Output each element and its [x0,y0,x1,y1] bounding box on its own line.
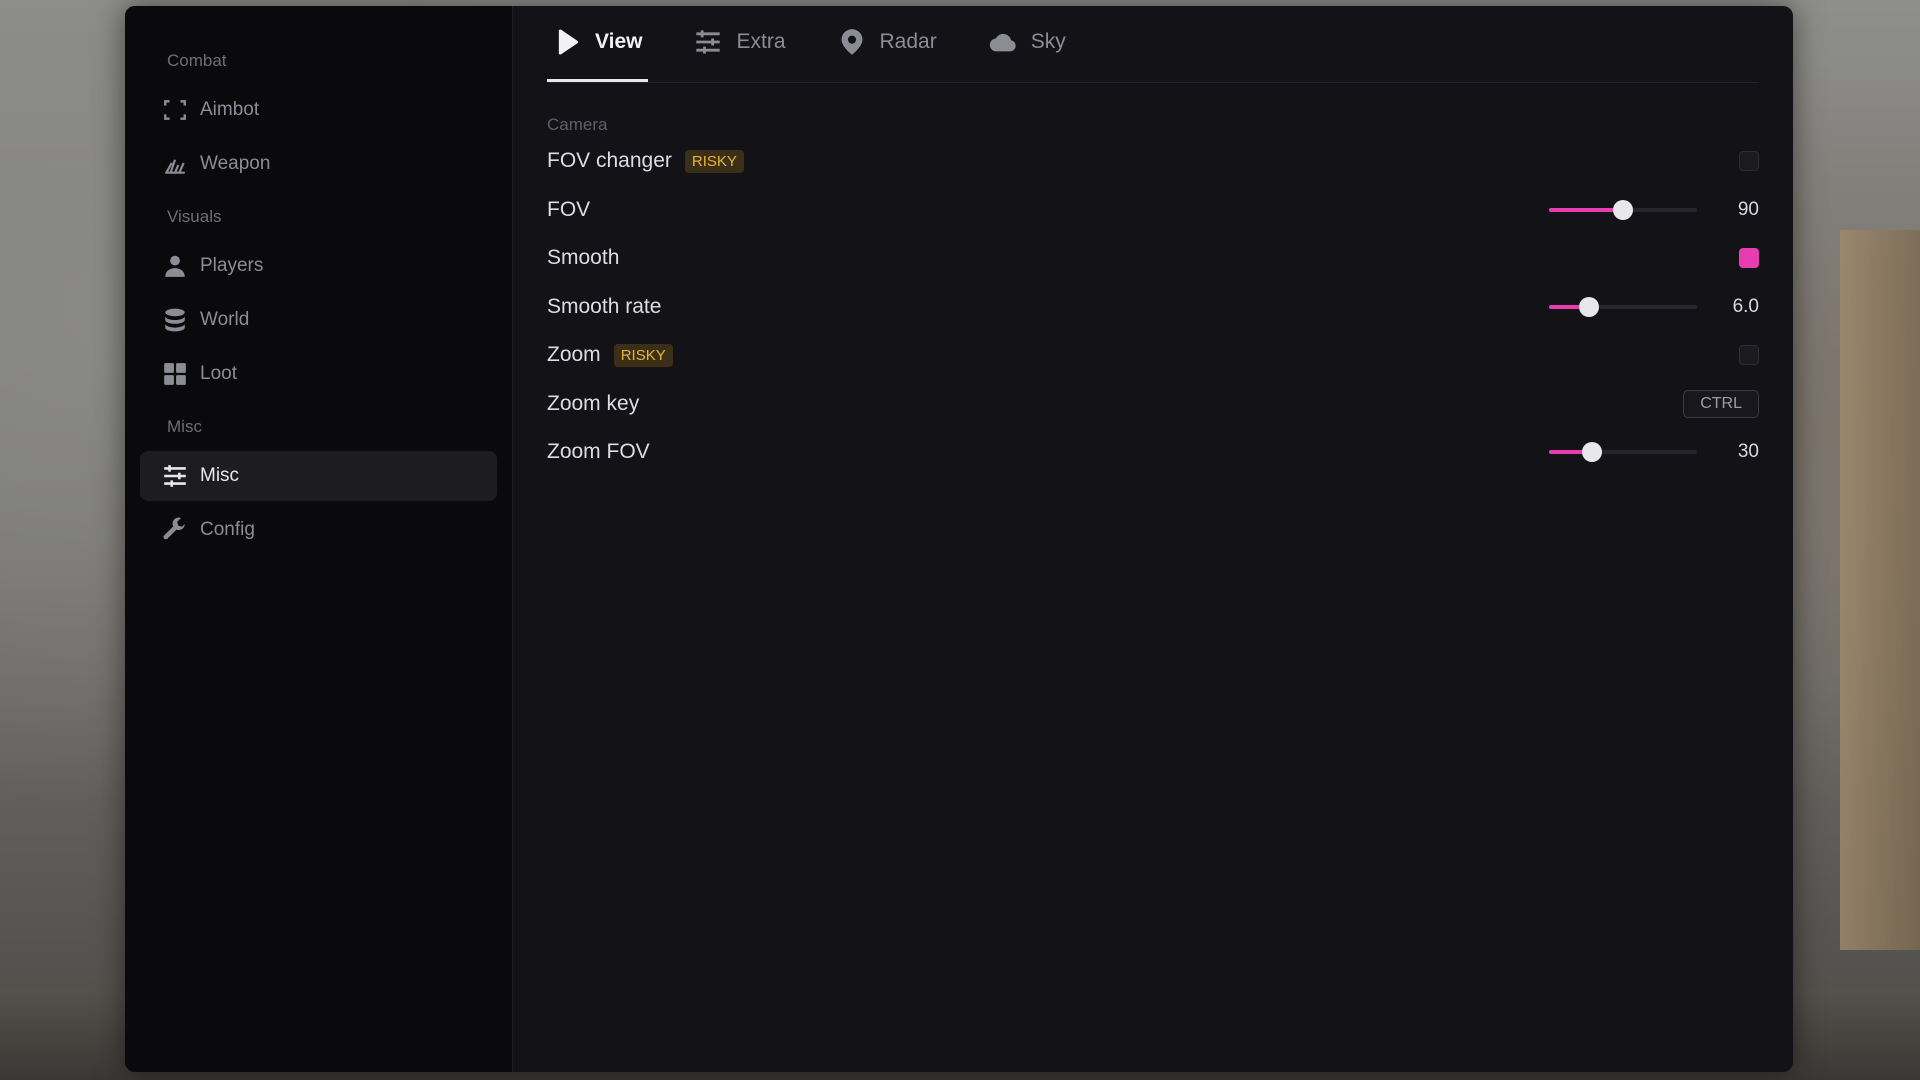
sidebar-item-world[interactable]: World [140,295,497,345]
setting-row-smooth: Smooth [547,234,1759,283]
sidebar-item-label: Weapon [200,153,271,174]
fov-slider[interactable] [1549,199,1697,220]
setting-row-fov: FOV 90 [547,186,1759,235]
setting-label: Smooth [547,246,620,270]
background-building [1840,230,1920,950]
group-label-visuals: Visuals [167,207,222,226]
slider-value: 90 [1737,198,1759,220]
sidebar-item-loot[interactable]: Loot [140,349,497,399]
sliders-icon [162,463,188,489]
sidebar-item-label: Aimbot [200,99,260,120]
tab-label: Sky [1030,30,1066,53]
slider-thumb[interactable] [1581,442,1602,463]
sliders-icon [694,28,722,56]
menu-window: Combat Aimbot Weapon Visuals Players Wor… [125,6,1793,1072]
sidebar-item-label: Misc [200,465,240,486]
setting-label: Zoom FOV [547,440,650,464]
tab-radar[interactable]: Radar [832,6,943,82]
sidebar-item-label: World [200,309,250,330]
tab-extra[interactable]: Extra [688,6,791,82]
sidebar-item-players[interactable]: Players [140,241,497,291]
risky-badge: RISKY [684,149,744,173]
setting-label: Smooth rate [547,294,662,318]
weapon-icon [162,151,188,177]
sidebar-item-aimbot[interactable]: Aimbot [140,85,497,135]
fov-changer-checkbox[interactable] [1739,151,1759,172]
zoom-checkbox[interactable] [1739,345,1759,366]
grid-icon [162,361,188,387]
slider-value: 30 [1737,441,1759,463]
sidebar-item-label: Players [200,255,264,276]
setting-row-zoom: Zoom RISKY [547,331,1759,380]
play-icon [553,28,581,56]
slider-thumb[interactable] [1613,199,1633,220]
zoom-keybind-button[interactable]: CTRL [1683,389,1759,418]
section-label-camera: Camera [547,115,608,134]
database-icon [162,307,188,333]
cloud-icon [989,28,1017,56]
sidebar-item-label: Loot [200,363,237,384]
setting-row-smooth-rate: Smooth rate 6.0 [547,283,1759,332]
setting-label: Zoom [547,343,601,367]
slider-fill [1549,207,1623,212]
tab-label: View [595,30,643,53]
main-panel: View Extra Radar Sky Camera FOV changer … [513,6,1793,1072]
smooth-rate-slider[interactable] [1549,296,1697,317]
setting-row-zoom-key: Zoom key CTRL [547,380,1759,429]
setting-row-zoom-fov: Zoom FOV 30 [547,428,1759,477]
sidebar-item-weapon[interactable]: Weapon [140,139,497,189]
sidebar-item-label: Config [200,519,255,540]
crosshair-frame-icon [162,97,188,123]
sidebar: Combat Aimbot Weapon Visuals Players Wor… [125,6,513,1072]
user-icon [162,253,188,279]
sidebar-item-config[interactable]: Config [140,505,497,555]
tab-label: Radar [879,30,937,53]
setting-label: Zoom key [547,391,640,415]
group-label-misc: Misc [167,417,202,436]
slider-thumb[interactable] [1578,296,1599,317]
map-pin-icon [838,28,866,56]
risky-badge: RISKY [613,343,673,367]
sidebar-item-misc[interactable]: Misc [140,451,497,501]
slider-value: 6.0 [1732,295,1759,317]
setting-label: FOV [547,197,591,221]
zoom-fov-slider[interactable] [1549,442,1697,463]
smooth-checkbox[interactable] [1739,248,1759,269]
group-label-combat: Combat [167,51,227,70]
setting-row-fov-changer: FOV changer RISKY [547,137,1759,186]
tab-bar: View Extra Radar Sky [547,6,1759,83]
wrench-icon [162,517,188,543]
tab-sky[interactable]: Sky [983,6,1072,82]
tab-view[interactable]: View [547,6,649,82]
setting-label: FOV changer [547,149,672,173]
tab-label: Extra [736,30,786,53]
